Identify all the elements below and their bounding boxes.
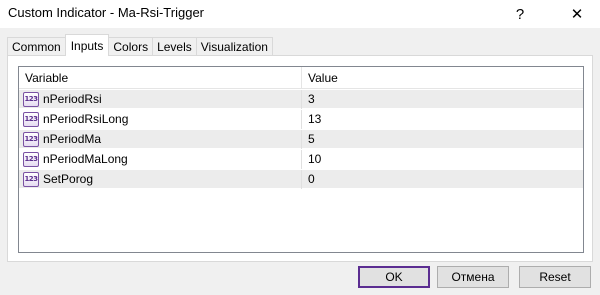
close-button[interactable]: ✕ (554, 0, 600, 28)
variable-name: SetPorog (43, 172, 94, 186)
table-row[interactable]: 123 nPeriodRsi 3 (19, 90, 583, 109)
tab-common[interactable]: Common (7, 37, 66, 56)
help-icon: ? (515, 5, 525, 23)
window-title: Custom Indicator - Ma-Rsi-Trigger (8, 5, 205, 20)
table-row[interactable]: 123 nPeriodRsiLong 13 (19, 110, 583, 129)
variable-name: nPeriodMa (43, 132, 102, 146)
tab-inputs[interactable]: Inputs (64, 34, 110, 56)
table-row[interactable]: 123 nPeriodMaLong 10 (19, 150, 583, 169)
ok-button[interactable]: OK (358, 266, 430, 288)
variable-value[interactable]: 5 (302, 130, 583, 149)
variable-name: nPeriodMaLong (43, 152, 128, 166)
cancel-button[interactable]: Отмена (437, 266, 509, 288)
inputs-table: Variable Value 123 nPeriodRsi 3 123 nPer… (18, 66, 584, 253)
variable-value[interactable]: 3 (302, 90, 583, 109)
table-row[interactable]: 123 nPeriodMa 5 (19, 130, 583, 149)
variable-name: nPeriodRsi (43, 92, 102, 106)
reset-button[interactable]: Reset (519, 266, 591, 288)
integer-type-icon: 123 (23, 132, 39, 147)
variable-name: nPeriodRsiLong (43, 112, 129, 126)
integer-type-icon: 123 (23, 172, 39, 187)
inputs-panel: Variable Value 123 nPeriodRsi 3 123 nPer… (7, 55, 593, 262)
variable-value[interactable]: 0 (302, 170, 583, 189)
help-button[interactable]: ? (497, 0, 543, 28)
integer-type-icon: 123 (23, 92, 39, 107)
variable-value[interactable]: 10 (302, 150, 583, 169)
tab-strip: Common Inputs Colors Levels Visualizatio… (7, 34, 273, 56)
title-bar: Custom Indicator - Ma-Rsi-Trigger ? ✕ (0, 0, 600, 28)
table-row[interactable]: 123 SetPorog 0 (19, 170, 583, 189)
close-icon: ✕ (570, 6, 584, 23)
variable-value[interactable]: 13 (302, 110, 583, 129)
tab-visualization[interactable]: Visualization (195, 37, 273, 56)
tab-levels[interactable]: Levels (152, 37, 197, 56)
column-header-variable[interactable]: Variable (19, 67, 302, 89)
integer-type-icon: 123 (23, 152, 39, 167)
tab-colors[interactable]: Colors (108, 37, 154, 56)
table-header: Variable Value (19, 67, 583, 89)
integer-type-icon: 123 (23, 112, 39, 127)
column-header-value[interactable]: Value (302, 67, 583, 89)
